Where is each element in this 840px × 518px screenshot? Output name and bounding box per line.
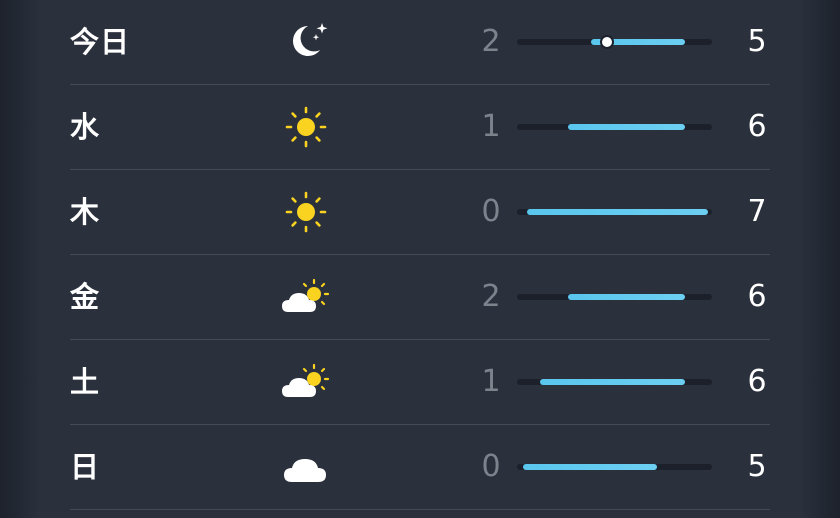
day-label: 今日 (70, 25, 131, 59)
day-label: 金 (70, 280, 101, 314)
high-temp: 6 (747, 109, 767, 144)
temperature-range-bar (517, 294, 712, 300)
weather-forecast-screen: 今日 2 5 水 1 6 木 0 7 金 2 6 土 1 6 日 0 5 (0, 0, 840, 518)
temperature-range-bar (517, 379, 712, 385)
temperature-range-bar (517, 464, 712, 470)
temperature-range-fill (567, 294, 685, 300)
row-divider (70, 509, 770, 510)
temperature-range-fill (567, 124, 685, 130)
low-temp: 1 (481, 109, 501, 144)
low-temp: 2 (481, 24, 501, 59)
high-temp: 7 (747, 194, 767, 229)
low-temp: 0 (481, 194, 501, 229)
sun-icon (278, 187, 334, 237)
temperature-range-bar (517, 209, 712, 215)
high-temp: 5 (747, 449, 767, 484)
cloud-icon (278, 442, 334, 492)
low-temp: 2 (481, 279, 501, 314)
forecast-row[interactable]: 今日 2 5 (70, 0, 770, 85)
temperature-range-bar (517, 37, 712, 47)
forecast-row[interactable]: 水 1 6 (70, 85, 770, 170)
moon-stars-icon (278, 17, 334, 67)
temperature-range-fill (540, 379, 685, 385)
high-temp: 5 (747, 24, 767, 59)
forecast-row[interactable]: 日 0 5 (70, 425, 770, 510)
temperature-range-bar (517, 124, 712, 130)
day-label: 水 (70, 110, 101, 144)
partly-cloudy-icon (278, 272, 334, 322)
forecast-row[interactable]: 木 0 7 (70, 170, 770, 255)
low-temp: 1 (481, 364, 501, 399)
high-temp: 6 (747, 279, 767, 314)
sun-icon (278, 102, 334, 152)
day-label: 土 (70, 365, 101, 399)
low-temp: 0 (481, 449, 501, 484)
temperature-range-fill (526, 209, 709, 215)
current-temp-marker (601, 37, 612, 47)
forecast-row[interactable]: 金 2 6 (70, 255, 770, 340)
high-temp: 6 (747, 364, 767, 399)
day-label: 木 (70, 195, 101, 229)
forecast-row[interactable]: 土 1 6 (70, 340, 770, 425)
temperature-range-fill (522, 464, 658, 470)
day-label: 日 (70, 450, 101, 484)
partly-cloudy-icon (278, 357, 334, 407)
